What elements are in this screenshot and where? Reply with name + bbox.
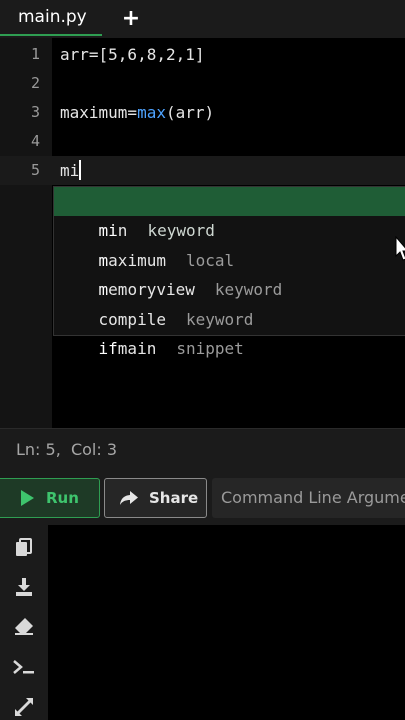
tab-bar: main.py +	[0, 0, 405, 38]
typed-text: mi	[60, 161, 80, 180]
toolbar: Run Share Command Line Arguments	[0, 470, 405, 525]
share-label: Share	[149, 489, 199, 507]
suggestion-item[interactable]: compile keyword	[54, 276, 405, 329]
code-line-3[interactable]: 3 maximum=max(arr)	[0, 98, 405, 127]
plus-icon: +	[121, 5, 141, 31]
mouse-pointer-icon	[395, 236, 405, 261]
line-number: 1	[30, 45, 40, 63]
command-line-arguments-input[interactable]: Command Line Arguments	[212, 478, 405, 518]
builtin-function-token: max	[137, 103, 166, 122]
autocomplete-popup: min keyword maximum local memoryview keywor…	[53, 186, 405, 358]
output-side-toolbar	[0, 525, 48, 720]
text-caret	[79, 160, 82, 180]
code-line-4[interactable]: 4	[0, 127, 405, 156]
run-label: Run	[46, 489, 79, 507]
line-number: 2	[30, 74, 40, 92]
suggestion-item[interactable]: memoryview keyword	[54, 246, 405, 299]
line-number: 5	[30, 161, 40, 179]
eraser-icon[interactable]	[12, 614, 36, 638]
share-button[interactable]: Share	[104, 478, 207, 518]
share-arrow-icon	[120, 491, 138, 505]
suggestion-text: main	[117, 339, 157, 358]
cursor-position: Ln: 5, Col: 3	[16, 440, 118, 459]
code-line-1[interactable]: 1 arr=[5,6,8,2,1]	[0, 40, 405, 69]
args-placeholder: Command Line Arguments	[221, 488, 405, 507]
suggestion-item[interactable]: ifmain snippet	[54, 305, 405, 358]
code-text: arr=[5,6,8,2,1]	[60, 45, 205, 64]
add-tab-button[interactable]: +	[117, 4, 145, 32]
code-text: mi	[60, 156, 82, 185]
suggestion-kind: snippet	[176, 339, 244, 358]
expand-icon[interactable]	[12, 695, 36, 719]
code-segment: maximum=	[60, 103, 138, 122]
line-number: 3	[30, 103, 40, 121]
terminal-icon[interactable]	[12, 655, 36, 679]
suggestion-item[interactable]: maximum local	[54, 217, 405, 270]
code-text: maximum=max(arr)	[60, 98, 214, 127]
download-icon[interactable]	[12, 575, 36, 599]
tab-main-py[interactable]: main.py	[0, 0, 102, 36]
status-bar: Ln: 5, Col: 3	[0, 428, 405, 470]
line-number: 4	[30, 132, 40, 150]
copy-icon[interactable]	[12, 536, 36, 560]
play-icon	[21, 490, 34, 506]
suggestion-match: if	[98, 339, 118, 358]
code-line-5[interactable]: 5 mi	[0, 156, 405, 185]
code-line-2[interactable]: 2	[0, 69, 405, 98]
output-console[interactable]	[48, 525, 405, 720]
tab-label: main.py	[18, 7, 87, 27]
suggestion-item[interactable]: min keyword	[54, 187, 405, 240]
run-button[interactable]: Run	[0, 478, 100, 518]
code-segment: (arr)	[165, 103, 215, 122]
